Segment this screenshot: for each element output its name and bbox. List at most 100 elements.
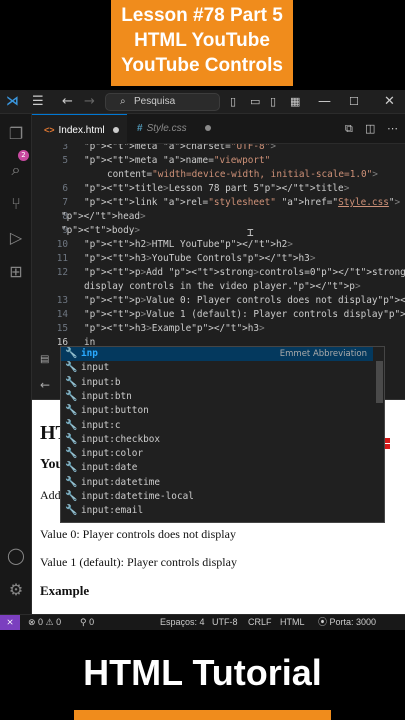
ports-indicator[interactable]: ⚲ 0 <box>80 615 94 630</box>
autocomplete-item[interactable]: 🔧 input:date <box>61 461 373 475</box>
banner-line-1: Lesson #78 Part 5 <box>121 5 283 26</box>
ports-count: 0 <box>89 617 95 627</box>
code-line: "p"><"t">h2>HTML YouTube"p"></"t">h2> <box>84 239 293 250</box>
preview-tab-icon[interactable]: ▤ <box>40 354 49 365</box>
code-line: "p"><"t">p>Value 0: Player controls does… <box>84 295 405 306</box>
code-line: "p"><"t">meta "a">charset="UTF-8"> <box>84 144 276 152</box>
mouse-cursor-icon: ⌶ <box>247 226 254 239</box>
run-debug-icon[interactable]: ▷ <box>6 228 26 248</box>
activity-bar: ❐ 2 ⌕ ⑂ ▷ ⊞ ◯ ⚙ <box>0 114 32 614</box>
autocomplete-label: input:datetime-local <box>81 491 194 502</box>
vscode-window: ⋊ ☰ ← → ⌕ Pesquisa ▯ ▭ ▯ ▦ — ☐ ✕ ❐ 2 ⌕ ⑂… <box>0 90 405 630</box>
code-editor[interactable]: 3 "p"><"t">meta "a">charset="UTF-8"> 5 "p">… <box>32 144 405 350</box>
code-line: content="width=device-width, initial-sca… <box>107 169 378 180</box>
line-number: 7 <box>62 197 68 208</box>
minimize-icon[interactable]: — <box>318 94 331 110</box>
html-file-icon: <> <box>44 125 55 135</box>
autocomplete-label: input <box>81 362 110 374</box>
autocomplete-item[interactable]: 🔧 input:datetime-local <box>61 490 373 504</box>
tab-label: Index.html <box>58 125 105 136</box>
indentation-setting[interactable]: Espaços: 4 <box>160 615 205 630</box>
problems-indicator[interactable]: ⊗ 0 ⚠ 0 <box>28 615 61 630</box>
split-editor-icon[interactable]: ◫ <box>365 122 375 135</box>
tab-style-css[interactable]: # Style.css <box>127 114 217 144</box>
code-line: "p"><"t">p>Value 1 (default): Player con… <box>84 309 405 320</box>
forward-arrow-icon[interactable]: → <box>84 94 95 110</box>
search-placeholder: Pesquisa <box>134 96 176 107</box>
tab-index-html[interactable]: <> Index.html <box>32 114 127 144</box>
search-icon[interactable]: ⌕ <box>6 160 26 180</box>
status-bar: ⨯ ⊗ 0 ⚠ 0 ⚲ 0 Espaços: 4 UTF-8 CRLF HTML… <box>0 614 405 630</box>
line-number: 14 <box>56 309 68 320</box>
language-mode[interactable]: HTML <box>280 615 305 630</box>
line-number: 6 <box>62 183 68 194</box>
lesson-banner: Lesson #78 Part 5 HTML YouTube YouTube C… <box>111 0 293 86</box>
eol-setting[interactable]: CRLF <box>248 615 272 630</box>
toggle-secondary-sidebar-icon[interactable]: ▯ <box>270 94 276 110</box>
emmet-wrench-icon: 🔧 <box>65 405 78 417</box>
code-line: "p"><"t">body> <box>61 225 141 236</box>
line-number: 3 <box>62 144 68 152</box>
autocomplete-label: input:btn <box>81 390 132 402</box>
menu-icon[interactable]: ☰ <box>32 94 44 110</box>
autocomplete-item[interactable]: 🔧 input:checkbox <box>61 433 373 447</box>
toggle-panel-icon[interactable]: ▭ <box>250 94 260 110</box>
more-actions-icon[interactable]: ⋯ <box>387 122 398 135</box>
code-line: "p"><"t">h3>YouTube Controls"p"></"t">h3… <box>84 253 316 264</box>
emmet-wrench-icon: 🔧 <box>65 462 78 474</box>
autocomplete-label: input:c <box>81 419 121 431</box>
autocomplete-item[interactable]: 🔧 input:datetime <box>61 476 373 490</box>
unsaved-dot-icon[interactable] <box>204 125 211 132</box>
layout-icon[interactable]: ▦ <box>290 94 300 110</box>
explorer-icon[interactable]: ❐ <box>6 124 26 144</box>
autocomplete-item[interactable]: 🔧 inp Emmet Abbreviation <box>61 347 373 362</box>
tab-label: Style.css <box>146 123 187 134</box>
settings-gear-icon[interactable]: ⚙ <box>6 580 26 600</box>
command-search-box[interactable]: ⌕ Pesquisa <box>105 93 220 111</box>
autocomplete-label: input:email <box>81 505 144 517</box>
maximize-icon[interactable]: ☐ <box>349 94 359 110</box>
title-bar: ⋊ ☰ ← → ⌕ Pesquisa ▯ ▭ ▯ ▦ — ☐ ✕ <box>0 90 405 114</box>
autocomplete-label: inp <box>81 348 98 359</box>
code-line: "p"><"t">h3>Example"p"></"t">h3> <box>84 323 265 334</box>
emmet-wrench-icon: 🔧 <box>65 419 78 431</box>
editor-tabs: <> Index.html # Style.css ⧉ ◫ ⋯ <box>32 114 405 144</box>
back-arrow-icon[interactable]: ← <box>62 94 73 110</box>
autocomplete-scrollbar[interactable] <box>376 361 383 403</box>
open-preview-icon[interactable]: ⧉ <box>345 122 353 136</box>
encoding-setting[interactable]: UTF-8 <box>212 615 238 630</box>
code-line: "p"></"t">head> <box>61 211 146 222</box>
autocomplete-item[interactable]: 🔧 input <box>61 361 373 375</box>
code-line: "p"><"t">title>Lesson 78 part 5"p"></"t"… <box>84 183 350 194</box>
extensions-icon[interactable]: ⊞ <box>6 262 26 282</box>
line-number: 11 <box>56 253 68 264</box>
remote-icon[interactable]: ⨯ <box>0 615 20 630</box>
autocomplete-hint: Emmet Abbreviation <box>279 349 367 359</box>
line-number: 5 <box>62 155 68 166</box>
account-icon[interactable]: ◯ <box>6 546 26 566</box>
code-line: "p"><"t">p>Add "p"><"t">strong>controls=… <box>84 267 405 278</box>
close-icon[interactable]: ✕ <box>384 94 395 110</box>
emmet-wrench-icon: 🔧 <box>65 476 78 488</box>
source-control-icon[interactable]: ⑂ <box>6 194 26 214</box>
autocomplete-item[interactable]: 🔧 input:b <box>61 376 373 390</box>
emmet-wrench-icon: 🔧 <box>65 362 78 374</box>
banner-line-3: YouTube Controls <box>121 55 283 76</box>
live-server-port[interactable]: ⦿ Porta: 3000 <box>318 615 376 630</box>
toggle-sidebar-icon[interactable]: ▯ <box>230 94 236 110</box>
autocomplete-item[interactable]: 🔧 input:button <box>61 404 373 418</box>
emmet-wrench-icon: 🔧 <box>65 390 78 402</box>
autocomplete-item[interactable]: 🔧 input:color <box>61 447 373 461</box>
preview-heading-example: Example <box>40 583 90 598</box>
back-arrow-icon[interactable]: ← <box>40 378 50 392</box>
autocomplete-item[interactable]: 🔧 input:email <box>61 504 373 518</box>
port-label: Porta: 3000 <box>329 617 377 627</box>
autocomplete-label: input:date <box>81 462 138 474</box>
code-line: "p"><"t">meta "a">name="viewport" <box>84 155 271 166</box>
autocomplete-item[interactable]: 🔧 input:c <box>61 419 373 433</box>
line-number: 13 <box>56 295 68 306</box>
autocomplete-item[interactable]: 🔧 input:btn <box>61 390 373 404</box>
emmet-wrench-icon: 🔧 <box>65 348 78 359</box>
emmet-wrench-icon: 🔧 <box>65 376 78 388</box>
unsaved-dot-icon[interactable] <box>112 127 119 134</box>
